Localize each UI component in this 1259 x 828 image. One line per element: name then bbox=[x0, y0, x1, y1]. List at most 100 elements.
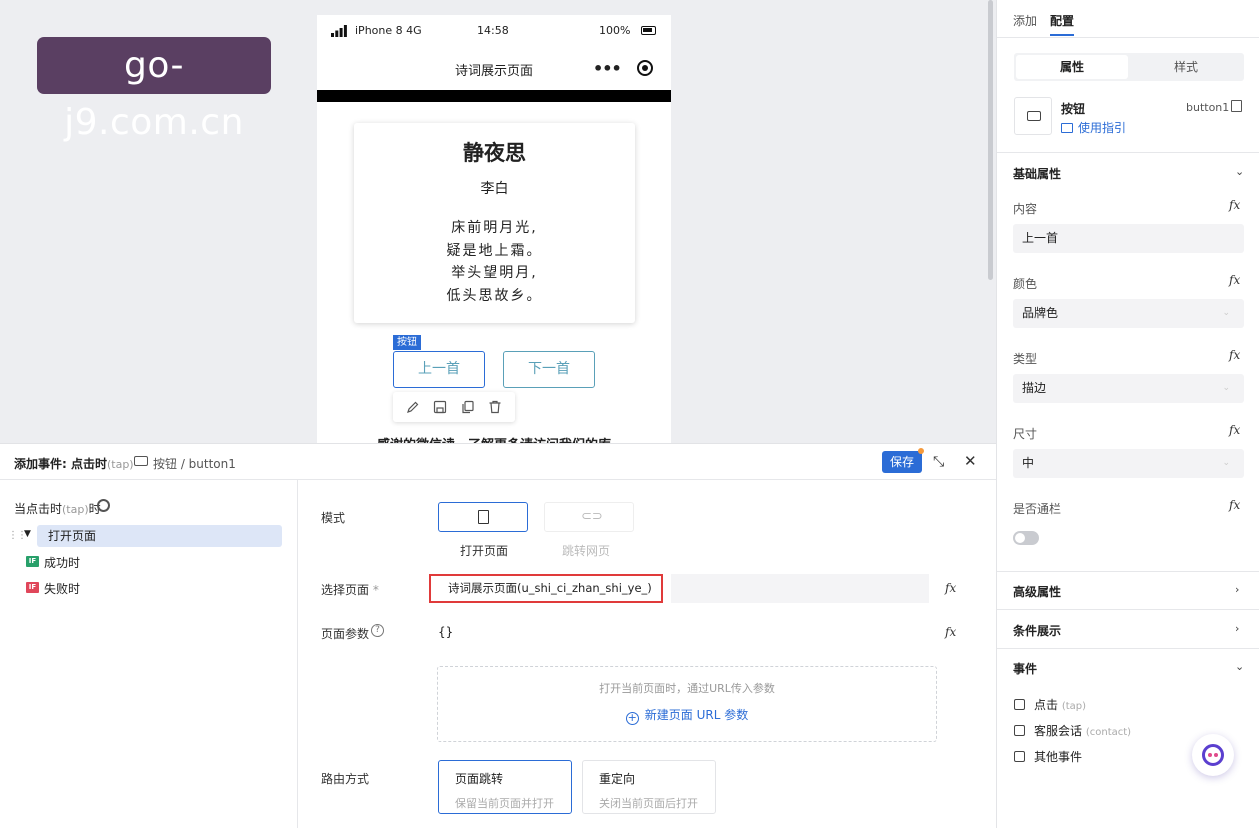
color-label: 颜色 bbox=[1013, 277, 1038, 291]
battery-icon bbox=[641, 26, 656, 35]
section-conditional[interactable]: 条件展示 bbox=[1013, 622, 1061, 639]
tap-icon bbox=[1014, 699, 1025, 710]
size-select[interactable]: 中 ⌄ bbox=[1013, 449, 1244, 478]
route-redirect-desc: 关闭当前页面后打开 bbox=[599, 797, 698, 810]
page-select-dropdown[interactable]: 诗词展示页面(u_shi_ci_zhan_shi_ye_) bbox=[429, 574, 663, 603]
route-redirect-option[interactable]: 重定向 关闭当前页面后打开 bbox=[582, 760, 716, 814]
section-basic-props[interactable]: 基础属性 bbox=[1013, 165, 1061, 182]
chevron-down-icon[interactable]: ⌄ bbox=[1235, 165, 1244, 178]
chevron-right-icon[interactable]: › bbox=[1235, 622, 1239, 635]
mode-open-page-option[interactable] bbox=[438, 502, 528, 532]
route-redirect-title: 重定向 bbox=[599, 772, 636, 786]
tab-config[interactable]: 配置 bbox=[1050, 12, 1074, 29]
capsule-close-icon[interactable] bbox=[637, 60, 653, 76]
phone-preview: iPhone 8 4G 14:58 100% 诗词展示页面 ••• 静夜思 李白… bbox=[317, 15, 671, 443]
assistant-button[interactable] bbox=[1192, 734, 1234, 776]
component-name: 按钮 bbox=[1061, 102, 1086, 116]
content-input[interactable]: 上一首 bbox=[1013, 224, 1244, 253]
save-button[interactable]: 保存 bbox=[882, 451, 922, 473]
chevron-right-icon[interactable]: › bbox=[1235, 583, 1239, 596]
mode-web-link-option[interactable]: ⊂⊃ bbox=[544, 502, 634, 532]
block-toggle[interactable] bbox=[1013, 531, 1039, 545]
event-target-path: 按钮 / button1 bbox=[153, 457, 236, 471]
selected-component-badge: 按钮 bbox=[393, 335, 421, 350]
color-select-value: 品牌色 bbox=[1022, 306, 1059, 320]
add-url-param-button[interactable]: + 新建页面 URL 参数 bbox=[438, 706, 936, 725]
active-tab-indicator bbox=[1050, 34, 1074, 36]
delete-icon[interactable] bbox=[488, 400, 502, 414]
edit-icon[interactable] bbox=[406, 400, 420, 414]
if-fail-icon: IF bbox=[26, 582, 39, 593]
segment-props[interactable]: 属性 bbox=[1016, 55, 1128, 79]
copy-icon[interactable] bbox=[1231, 100, 1242, 112]
gear-icon[interactable] bbox=[97, 499, 110, 512]
event-tap-row[interactable]: 点击 (tap) bbox=[1014, 696, 1086, 713]
formula-icon[interactable]: fx bbox=[945, 581, 956, 595]
formula-icon[interactable]: fx bbox=[1229, 198, 1240, 212]
battery-percent: 100% bbox=[599, 24, 631, 37]
divider bbox=[997, 648, 1259, 649]
page-select-extension[interactable] bbox=[671, 574, 929, 603]
plus-circle-icon: + bbox=[625, 711, 639, 725]
section-events[interactable]: 事件 bbox=[1013, 660, 1037, 677]
formula-icon[interactable]: fx bbox=[945, 625, 956, 639]
help-icon[interactable]: ? bbox=[371, 624, 384, 637]
event-title-tag: (tap) bbox=[106, 458, 134, 471]
page-params-label: 页面参数 bbox=[321, 627, 370, 641]
type-select[interactable]: 描边 ⌄ bbox=[1013, 374, 1244, 403]
chevron-down-icon[interactable]: ⌄ bbox=[1235, 660, 1244, 673]
formula-icon[interactable]: fx bbox=[1229, 273, 1240, 287]
caret-down-icon[interactable]: ▼ bbox=[24, 529, 31, 539]
canvas-scrollbar[interactable] bbox=[988, 0, 993, 280]
usage-guide-link[interactable]: 使用指引 bbox=[1061, 119, 1126, 136]
save-icon[interactable] bbox=[433, 400, 447, 414]
close-icon[interactable]: ✕ bbox=[964, 452, 977, 470]
divider bbox=[997, 571, 1259, 572]
route-push-option[interactable]: 页面跳转 保留当前页面并打开 bbox=[438, 760, 572, 814]
usage-guide-label: 使用指引 bbox=[1078, 121, 1127, 135]
expand-icon[interactable]: ⤡ bbox=[933, 454, 944, 470]
event-contact-row[interactable]: 客服会话 (contact) bbox=[1014, 722, 1131, 739]
mode-open-page-label: 打开页面 bbox=[460, 544, 509, 558]
required-mark: * bbox=[372, 583, 379, 597]
calendar-icon bbox=[1014, 725, 1025, 736]
if-success-icon: IF bbox=[26, 556, 39, 567]
calendar-icon bbox=[1014, 751, 1025, 762]
more-icon[interactable]: ••• bbox=[593, 59, 622, 78]
unsaved-dot bbox=[918, 448, 924, 454]
divider bbox=[997, 152, 1259, 153]
branch-success[interactable]: 成功时 bbox=[44, 554, 80, 571]
button-component-icon bbox=[1027, 111, 1041, 121]
prev-poem-button[interactable]: 上一首 bbox=[393, 351, 485, 388]
event-title-text: 添加事件: 点击时 bbox=[14, 457, 107, 471]
formula-icon[interactable]: fx bbox=[1229, 423, 1240, 437]
segment-style[interactable]: 样式 bbox=[1130, 55, 1242, 79]
poem-card[interactable]: 静夜思 李白 床前明月光, 疑是地上霜。 举头望明月, 低头思故乡。 bbox=[354, 123, 635, 323]
branch-fail[interactable]: 失败时 bbox=[44, 580, 80, 597]
poem-line: 床前明月光, bbox=[451, 220, 538, 236]
formula-icon[interactable]: fx bbox=[1229, 498, 1240, 512]
event-tap-label: 点击 bbox=[1034, 698, 1059, 712]
formula-icon[interactable]: fx bbox=[1229, 348, 1240, 362]
status-time: 14:58 bbox=[477, 24, 509, 37]
footer-text: 感谢的微信读，了解更多请访问我们的库 bbox=[317, 434, 671, 443]
book-icon bbox=[1061, 123, 1073, 133]
tab-add[interactable]: 添加 bbox=[1013, 12, 1037, 29]
section-advanced-props[interactable]: 高级属性 bbox=[1013, 583, 1061, 600]
color-select[interactable]: 品牌色 ⌄ bbox=[1013, 299, 1244, 328]
event-panel-title: 添加事件: 点击时(tap) bbox=[14, 455, 134, 472]
page-select-label: 选择页面 * bbox=[321, 581, 379, 598]
event-other-row[interactable]: 其他事件 bbox=[1014, 748, 1082, 765]
poem-line: 疑是地上霜。 bbox=[446, 242, 543, 259]
event-panel: 添加事件: 点击时(tap) 按钮 / button1 保存 ⤡ ✕ 当点击时(… bbox=[0, 443, 996, 828]
trigger-tag: (tap) bbox=[62, 503, 89, 516]
page-params-value[interactable]: {} bbox=[438, 625, 453, 639]
poem-author: 李白 bbox=[480, 181, 509, 197]
add-url-param-label: 新建页面 URL 参数 bbox=[644, 708, 749, 722]
component-toolbar bbox=[393, 392, 515, 422]
copy-icon[interactable] bbox=[461, 400, 475, 414]
mode-web-link-label: 跳转网页 bbox=[562, 544, 611, 558]
route-push-title: 页面跳转 bbox=[455, 772, 504, 786]
next-poem-button[interactable]: 下一首 bbox=[503, 351, 595, 388]
action-open-page[interactable]: 打开页面 bbox=[37, 525, 282, 547]
